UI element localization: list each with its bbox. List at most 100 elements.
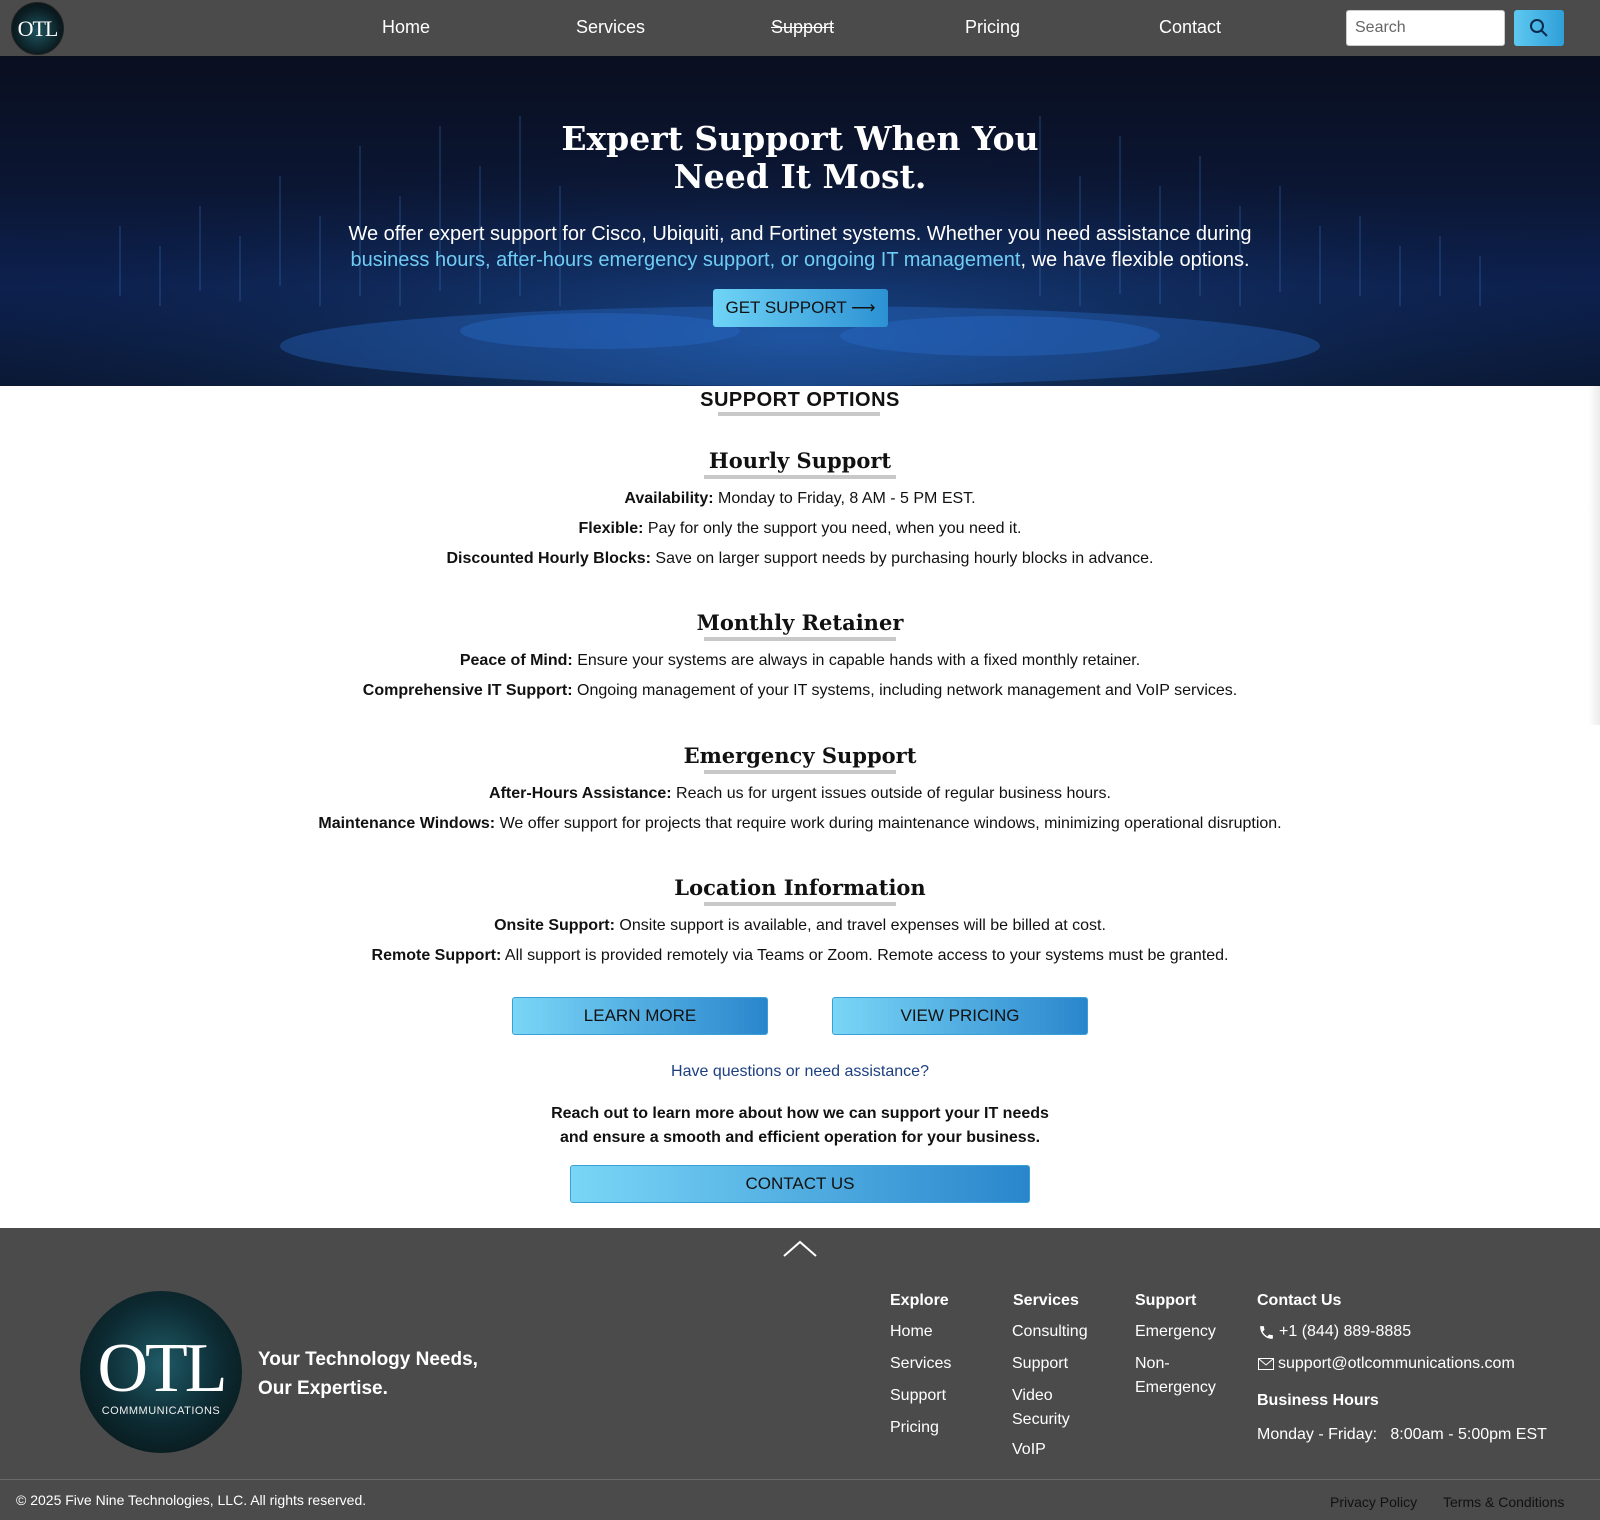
item-label: Comprehensive IT Support: bbox=[362, 682, 573, 699]
item-text: Monday to Friday, 8 AM - 5 PM EST. bbox=[713, 490, 976, 507]
phone-icon bbox=[1260, 1325, 1273, 1339]
search-input[interactable] bbox=[1346, 10, 1505, 46]
hero-text-line1: We offer expert support for Cisco, Ubiqu… bbox=[348, 223, 1252, 245]
top-nav: OTL Home Services Support Pricing Contac… bbox=[0, 0, 1600, 56]
footer-link-video-security[interactable]: Video Security bbox=[1012, 1384, 1070, 1432]
non-emergency-line2: Emergency bbox=[1135, 1379, 1216, 1396]
footer-contact-heading: Contact Us bbox=[1257, 1292, 1342, 1309]
tagline-line2: Our Expertise. bbox=[258, 1378, 388, 1399]
chevron-up-icon[interactable] bbox=[782, 1238, 818, 1258]
footer-link-service-support[interactable]: Support bbox=[1012, 1352, 1068, 1376]
footer-link-non-emergency[interactable]: Non- Emergency bbox=[1135, 1352, 1216, 1400]
footer-link-services[interactable]: Services bbox=[890, 1352, 951, 1376]
emergency-support-heading: Emergency Support bbox=[683, 743, 917, 768]
nav-services[interactable]: Services bbox=[576, 17, 645, 38]
hero-text-highlight: business hours, after-hours emergency su… bbox=[350, 249, 1021, 271]
hours-days: Monday - Friday: bbox=[1257, 1426, 1378, 1443]
search-button[interactable] bbox=[1514, 10, 1564, 46]
footer: OTL COMMMUNICATIONS Your Technology Need… bbox=[0, 1228, 1600, 1520]
mail-icon bbox=[1258, 1358, 1274, 1370]
footer-divider bbox=[0, 1479, 1600, 1480]
questions-link[interactable]: Have questions or need assistance? bbox=[0, 1063, 1600, 1081]
item-text: We offer support for projects that requi… bbox=[495, 815, 1282, 832]
hero-title-line1: Expert Support When You bbox=[561, 119, 1039, 158]
video-security-line1: Video bbox=[1012, 1387, 1053, 1404]
contact-us-button[interactable]: CONTACT US bbox=[570, 1165, 1030, 1203]
footer-explore-heading: Explore bbox=[890, 1292, 949, 1309]
search-icon bbox=[1530, 19, 1548, 37]
footer-link-home[interactable]: Home bbox=[890, 1320, 933, 1344]
view-pricing-button[interactable]: VIEW PRICING bbox=[832, 997, 1088, 1035]
item-label: Availability: bbox=[624, 490, 714, 507]
footer-logo-subtext: COMMMUNICATIONS bbox=[101, 1405, 221, 1417]
footer-email[interactable]: support@otlcommunications.com bbox=[1258, 1352, 1515, 1376]
item-text: Save on larger support needs by purchasi… bbox=[650, 550, 1154, 567]
hourly-item-blocks: Discounted Hourly Blocks: Save on larger… bbox=[0, 550, 1600, 568]
monthly-retainer-heading: Monthly Retainer bbox=[696, 610, 904, 635]
page-edge-shadow bbox=[1588, 385, 1600, 725]
footer-logo-text: OTL bbox=[97, 1330, 227, 1407]
nav-pricing[interactable]: Pricing bbox=[965, 17, 1020, 38]
item-text: Reach us for urgent issues outside of re… bbox=[671, 785, 1111, 802]
item-label: Discounted Hourly Blocks: bbox=[446, 550, 651, 567]
email-address: support@otlcommunications.com bbox=[1278, 1355, 1515, 1372]
item-text: Pay for only the support you need, when … bbox=[643, 520, 1022, 537]
hero-banner: Expert Support When You Need It Most. We… bbox=[0, 56, 1600, 386]
footer-link-voip[interactable]: VoIP bbox=[1012, 1438, 1046, 1462]
otl-logo[interactable]: OTL bbox=[11, 2, 64, 55]
copyright-text: © 2025 Five Nine Technologies, LLC. All … bbox=[16, 1492, 367, 1508]
hero-text-line2: business hours, after-hours emergency su… bbox=[0, 247, 1600, 273]
item-label: Flexible: bbox=[578, 520, 644, 537]
business-hours-heading: Business Hours bbox=[1257, 1392, 1379, 1409]
item-label: Peace of Mind: bbox=[459, 652, 573, 669]
hourly-item-flexible: Flexible: Pay for only the support you n… bbox=[0, 520, 1600, 538]
hours-time: 8:00am - 5:00pm EST bbox=[1390, 1426, 1547, 1443]
terms-conditions-link[interactable]: Terms & Conditions bbox=[1443, 1494, 1564, 1510]
monthly-heading-underline bbox=[704, 637, 896, 641]
location-information-heading: Location Information bbox=[674, 875, 926, 900]
location-item-remote: Remote Support: All support is provided … bbox=[0, 947, 1600, 965]
nav-home[interactable]: Home bbox=[382, 17, 430, 38]
footer-tagline: Your Technology Needs, Our Expertise. bbox=[258, 1345, 478, 1403]
nav-contact[interactable]: Contact bbox=[1159, 17, 1221, 38]
item-text: All support is provided remotely via Tea… bbox=[501, 947, 1229, 964]
item-text: Onsite support is available, and travel … bbox=[614, 917, 1106, 934]
non-emergency-line1: Non- bbox=[1135, 1355, 1170, 1372]
footer-support-heading: Support bbox=[1135, 1292, 1197, 1309]
item-label: Onsite Support: bbox=[494, 917, 615, 934]
item-text: Ensure your systems are always in capabl… bbox=[572, 652, 1141, 669]
location-heading-underline bbox=[704, 902, 896, 906]
emergency-item-maintenance: Maintenance Windows: We offer support fo… bbox=[0, 815, 1600, 833]
learn-more-button[interactable]: LEARN MORE bbox=[512, 997, 768, 1035]
section-title-underline bbox=[718, 412, 880, 416]
footer-link-consulting[interactable]: Consulting bbox=[1012, 1320, 1088, 1344]
item-label: Remote Support: bbox=[371, 947, 502, 964]
monthly-item-comprehensive: Comprehensive IT Support: Ongoing manage… bbox=[0, 682, 1600, 700]
phone-number: +1 (844) 889-8885 bbox=[1279, 1323, 1412, 1340]
video-security-line2: Security bbox=[1012, 1411, 1070, 1428]
footer-phone[interactable]: +1 (844) 889-8885 bbox=[1258, 1320, 1411, 1344]
hero-title: Expert Support When You Need It Most. bbox=[0, 120, 1600, 196]
emergency-item-after-hours: After-Hours Assistance: Reach us for urg… bbox=[0, 785, 1600, 803]
emergency-heading-underline bbox=[704, 770, 896, 774]
get-support-button[interactable]: GET SUPPORT ⟶ bbox=[713, 289, 888, 327]
footer-link-support[interactable]: Support bbox=[890, 1384, 946, 1408]
logo-text: OTL bbox=[17, 15, 59, 41]
nav-support[interactable]: Support bbox=[771, 17, 834, 38]
footer-logo[interactable]: OTL COMMMUNICATIONS bbox=[80, 1291, 242, 1453]
hero-description: We offer expert support for Cisco, Ubiqu… bbox=[0, 221, 1600, 273]
footer-link-pricing[interactable]: Pricing bbox=[890, 1416, 939, 1440]
footer-services-heading: Services bbox=[1013, 1292, 1079, 1309]
hero-title-line2: Need It Most. bbox=[673, 157, 927, 196]
item-text: Ongoing management of your IT systems, i… bbox=[572, 682, 1238, 699]
hourly-heading-underline bbox=[704, 475, 896, 479]
hourly-item-availability: Availability: Monday to Friday, 8 AM - 5… bbox=[0, 490, 1600, 508]
location-item-onsite: Onsite Support: Onsite support is availa… bbox=[0, 917, 1600, 935]
item-label: Maintenance Windows: bbox=[318, 815, 496, 832]
monthly-item-peace: Peace of Mind: Ensure your systems are a… bbox=[0, 652, 1600, 670]
privacy-policy-link[interactable]: Privacy Policy bbox=[1330, 1494, 1417, 1510]
reach-out-text: Reach out to learn more about how we can… bbox=[0, 1102, 1600, 1150]
footer-link-emergency[interactable]: Emergency bbox=[1135, 1320, 1216, 1344]
hero-text-tail: , we have flexible options. bbox=[1020, 249, 1250, 271]
section-title: SUPPORT OPTIONS bbox=[700, 389, 900, 411]
